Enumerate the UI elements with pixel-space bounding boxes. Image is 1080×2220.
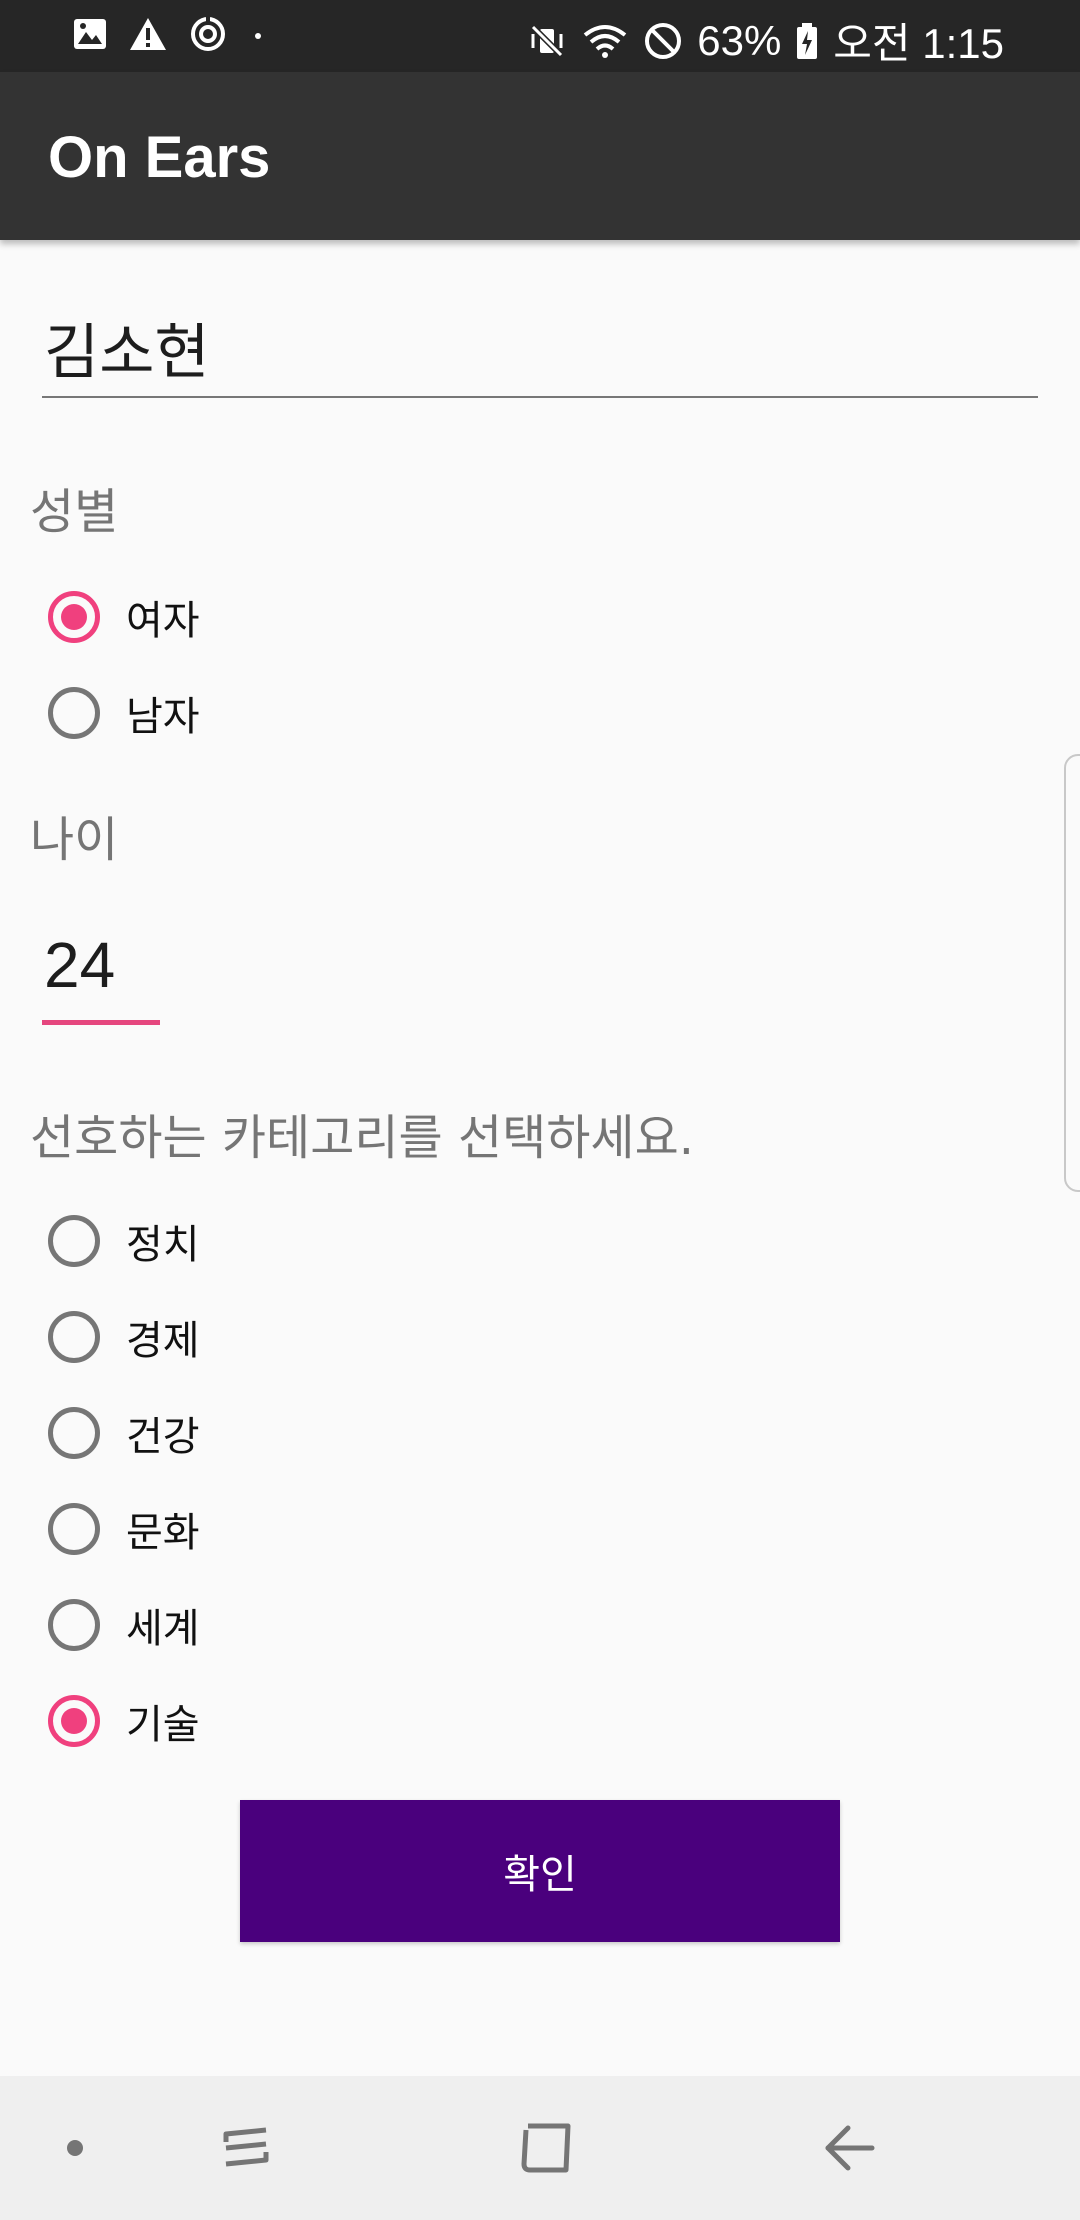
status-left-icons [72, 14, 268, 54]
radio-unchecked-icon [48, 1215, 100, 1267]
navigation-bar [0, 2076, 1080, 2220]
radio-unchecked-icon [48, 1407, 100, 1459]
back-icon [822, 2120, 878, 2176]
nav-dot-button[interactable] [40, 2076, 110, 2220]
edge-panel-handle[interactable] [1064, 754, 1080, 1192]
wifi-icon [581, 21, 629, 61]
radio-unchecked-icon [48, 687, 100, 739]
clock: 오전 1:15 [833, 20, 1004, 67]
back-button[interactable] [790, 2076, 910, 2220]
dot-icon [248, 24, 268, 44]
radio-category-technology[interactable]: 기술 [48, 1688, 200, 1754]
vibrate-icon [527, 21, 567, 61]
gender-label: 성별 [30, 484, 119, 540]
battery-percent: 63% [697, 16, 782, 64]
radio-gender-male[interactable]: 남자 [48, 680, 200, 746]
radio-label: 경제 [126, 1318, 200, 1364]
radio-label: 기술 [126, 1702, 200, 1748]
radio-category-economy[interactable]: 경제 [48, 1304, 200, 1370]
radio-label: 세계 [126, 1606, 200, 1652]
warning-icon [128, 16, 168, 52]
confirm-button[interactable]: 확인 [240, 1800, 840, 1942]
sync-icon [188, 14, 228, 54]
radio-category-culture[interactable]: 문화 [48, 1496, 200, 1562]
category-prompt: 선호하는 카테고리를 선택하세요. [30, 1110, 695, 1166]
app-title: On Ears [48, 125, 271, 190]
radio-unchecked-icon [48, 1503, 100, 1555]
battery-icon [795, 21, 819, 61]
age-input[interactable]: 24 [42, 920, 160, 1025]
age-input-value: 24 [44, 929, 116, 1001]
home-button[interactable] [486, 2076, 606, 2220]
blocked-icon [643, 21, 683, 61]
image-icon [72, 16, 108, 52]
status-right-icons: 63% 오전 1:15 [527, 10, 1004, 71]
radio-unchecked-icon [48, 1599, 100, 1651]
radio-label: 남자 [126, 694, 200, 740]
radio-unchecked-icon [48, 1311, 100, 1363]
name-input[interactable]: 김소현 [42, 296, 1038, 398]
age-label: 나이 [30, 812, 119, 868]
radio-category-politics[interactable]: 정치 [48, 1208, 200, 1274]
dot-icon [65, 2138, 85, 2158]
radio-checked-icon [48, 1695, 100, 1747]
recent-apps-button[interactable] [186, 2076, 306, 2220]
name-input-value: 김소현 [44, 318, 210, 388]
recent-apps-icon [218, 2120, 274, 2176]
app-bar: On Ears [0, 72, 1080, 240]
radio-gender-female[interactable]: 여자 [48, 584, 200, 650]
status-bar: 63% 오전 1:15 [0, 0, 1080, 72]
radio-label: 건강 [126, 1414, 200, 1460]
home-icon [518, 2120, 574, 2176]
radio-label: 정치 [126, 1222, 200, 1268]
radio-category-world[interactable]: 세계 [48, 1592, 200, 1658]
radio-label: 여자 [126, 598, 200, 644]
radio-checked-icon [48, 591, 100, 643]
radio-label: 문화 [126, 1510, 200, 1556]
radio-category-health[interactable]: 건강 [48, 1400, 200, 1466]
